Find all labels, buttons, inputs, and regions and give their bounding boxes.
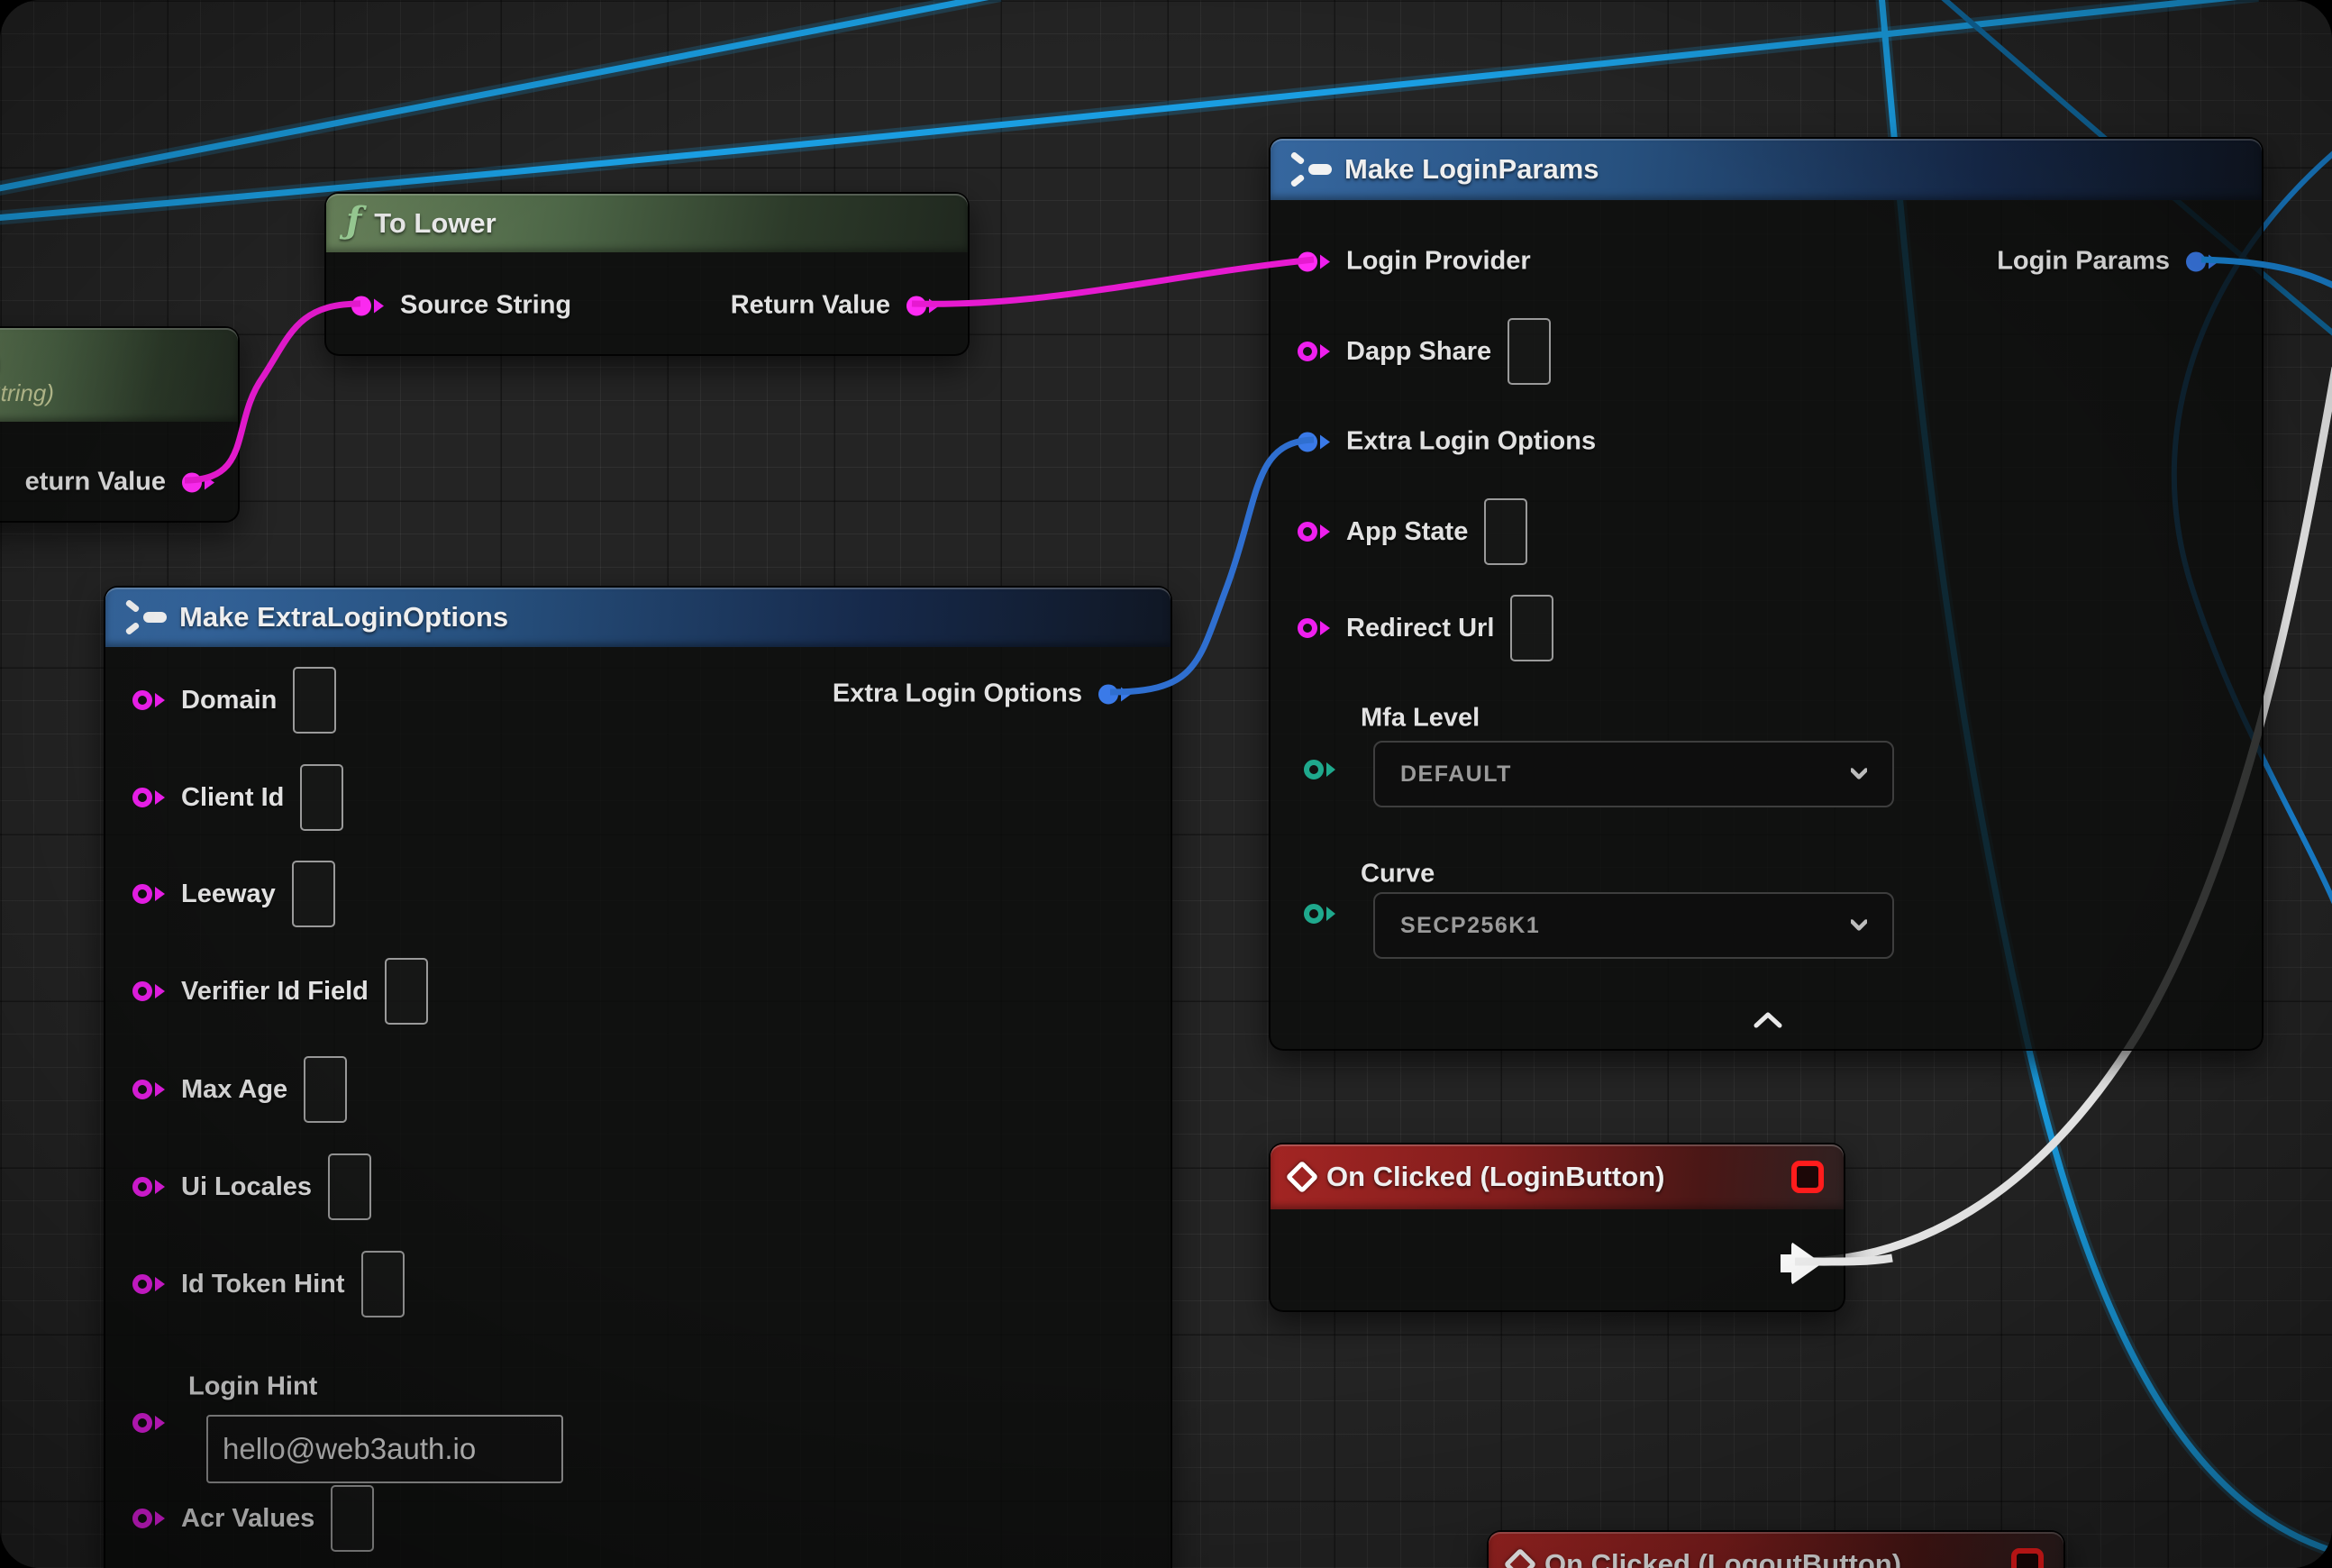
wire-layer-over [0, 0, 2332, 1568]
wire-blue-loginparams-out [2201, 260, 2332, 287]
blueprint-graph-canvas[interactable]: tion ox (String) eturn Value ƒ To Lower … [0, 0, 2332, 1568]
wire-pink-returnvalue-to-sourcestring [185, 304, 360, 480]
wire-exec-stub [1795, 1258, 1892, 1262]
wire-blue-extraloginoptions [1110, 440, 1314, 692]
wire-pink-tolower-to-loginprovider [912, 260, 1314, 304]
